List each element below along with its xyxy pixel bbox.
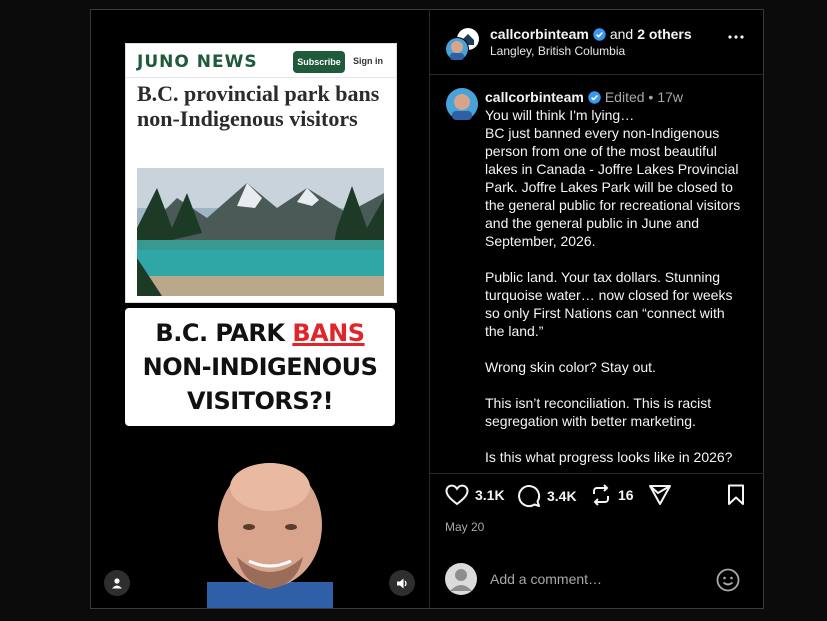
comment-count: 3.4K [547, 488, 577, 504]
banner-highlight: BANS [292, 319, 365, 347]
save-action[interactable] [727, 484, 745, 506]
bookmark-icon[interactable] [727, 484, 745, 506]
post-media[interactable]: JUNO NEWS Subscribe Sign in B.C. provinc… [91, 10, 429, 608]
caption-avatar[interactable] [446, 88, 478, 120]
like-action[interactable]: 3.1K [445, 484, 505, 506]
collab-avatars[interactable] [444, 27, 480, 63]
audio-button[interactable] [389, 570, 415, 596]
repost-action[interactable]: 16 [590, 484, 634, 506]
and-text: and [609, 26, 634, 42]
current-user-avatar [445, 563, 477, 595]
news-topbar: JUNO NEWS Subscribe Sign in [126, 44, 396, 78]
headline-banner: B.C. PARK BANS NON-INDIGENOUS VISITORS?! [125, 308, 395, 426]
comment-input[interactable] [490, 571, 700, 587]
more-options-icon[interactable] [727, 34, 745, 40]
verified-badge-icon [593, 27, 606, 41]
post-age: 17w [657, 89, 684, 105]
tagged-users-button[interactable] [104, 570, 130, 596]
news-headline: B.C. provincial park bans non-Indigenous… [137, 81, 380, 131]
comment-composer [430, 555, 764, 605]
share-icon[interactable] [648, 484, 672, 506]
comment-action[interactable]: 3.4K [517, 484, 577, 508]
caption-section: callcorbinteam Edited • 17w You will thi… [430, 75, 764, 474]
action-bar: 3.1K 3.4K 16 [430, 484, 764, 516]
speaker-icon [396, 578, 407, 588]
verified-badge-icon [588, 90, 601, 104]
others-link[interactable]: 2 others [637, 26, 691, 42]
banner-line-3: VISITORS?! [186, 387, 334, 415]
repost-icon[interactable] [590, 484, 612, 506]
caption-text: You will think I'm lying… BC just banned… [485, 107, 741, 465]
lake-photo [137, 168, 384, 296]
author-username[interactable]: callcorbinteam [490, 26, 589, 42]
emoji-icon[interactable] [716, 568, 740, 592]
presenter-photo [207, 463, 333, 608]
caption-username[interactable]: callcorbinteam [485, 89, 584, 105]
user-icon [112, 578, 122, 589]
share-action[interactable] [648, 484, 672, 506]
post-location[interactable]: Langley, British Columbia [490, 44, 625, 58]
banner-line-1: B.C. PARK BANS [155, 316, 365, 350]
caption-header: callcorbinteam Edited • 17w [485, 89, 683, 105]
banner-line-2: NON-INDIGENOUS [142, 353, 378, 381]
post-details: callcorbinteam and 2 others Langley, Bri… [429, 10, 764, 608]
repost-count: 16 [618, 487, 634, 503]
comment-icon[interactable] [517, 484, 541, 508]
post-modal: JUNO NEWS Subscribe Sign in B.C. provinc… [90, 9, 764, 609]
news-screenshot: JUNO NEWS Subscribe Sign in B.C. provinc… [125, 43, 397, 303]
post-authors: callcorbinteam and 2 others [490, 26, 692, 42]
like-count: 3.1K [475, 487, 505, 503]
post-date[interactable]: May 20 [445, 520, 484, 534]
banner-prefix: B.C. PARK [155, 319, 293, 347]
news-brand: JUNO NEWS [137, 52, 258, 72]
news-signin: Sign in [353, 56, 383, 66]
news-subscribe: Subscribe [293, 51, 345, 73]
post-header: callcorbinteam and 2 others Langley, Bri… [430, 10, 763, 75]
heart-icon[interactable] [445, 484, 469, 506]
edited-label: Edited • [604, 89, 654, 105]
